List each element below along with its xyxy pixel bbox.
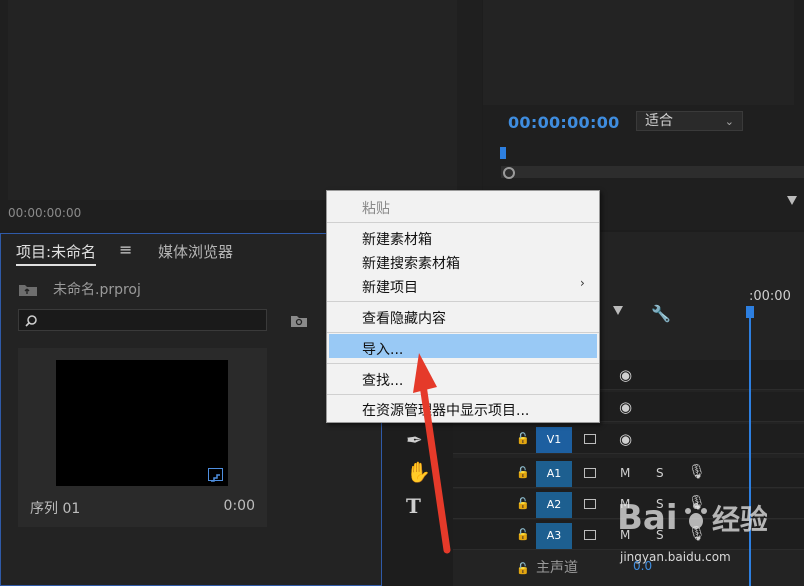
chevron-down-icon: ⌄: [724, 115, 734, 128]
search-icon: [24, 313, 38, 332]
track-label-a1[interactable]: A1: [536, 461, 572, 487]
lock-icon[interactable]: 🔓: [516, 562, 530, 575]
new-search-bin-icon[interactable]: [290, 313, 308, 332]
sequence-thumbnail: [56, 360, 228, 486]
svg-text:经验: 经验: [712, 503, 767, 536]
menu-item-view-hidden[interactable]: 查看隐藏内容: [362, 308, 446, 328]
eye-icon[interactable]: ◉: [619, 366, 632, 384]
chevron-right-icon: ›: [580, 276, 585, 290]
timeline-ruler-time: :00:00: [749, 289, 791, 304]
program-playhead-icon[interactable]: [500, 147, 506, 159]
program-timecode[interactable]: 00:00:00:00: [508, 113, 620, 132]
eye-icon[interactable]: ◉: [619, 430, 632, 448]
project-panel: 项目:未命名 ≡ 媒体浏览器 未命名.prproj 序列 01 0:00: [0, 233, 382, 586]
track-row-a1: 🔓 A1 M S 🎙: [453, 458, 804, 488]
lock-icon[interactable]: 🔓: [516, 497, 530, 510]
sequence-duration: 0:00: [223, 498, 255, 514]
track-label-a2[interactable]: A2: [536, 492, 572, 518]
solo-button[interactable]: S: [656, 466, 664, 480]
sync-lock-icon[interactable]: [584, 499, 596, 509]
track-label-a3[interactable]: A3: [536, 523, 572, 549]
menu-divider: [327, 222, 599, 223]
track-label-v1[interactable]: V1: [536, 427, 572, 453]
source-timecode[interactable]: 00:00:00:00: [8, 206, 81, 220]
sequence-thumbnail-card[interactable]: 序列 01 0:00: [18, 348, 267, 527]
wrench-icon[interactable]: 🔧: [651, 304, 671, 323]
fit-dropdown-value: 适合: [645, 113, 673, 129]
menu-item-new-search-bin[interactable]: 新建搜索素材箱: [362, 253, 460, 273]
menu-item-new-item[interactable]: 新建项目: [362, 277, 418, 297]
context-menu: 粘贴 新建素材箱 新建搜索素材箱 新建项目 › 查看隐藏内容 导入... 查找.…: [326, 190, 600, 423]
menu-divider: [327, 332, 599, 333]
marker-icon[interactable]: [787, 196, 797, 205]
master-track-label: 主声道: [536, 560, 578, 576]
lock-icon[interactable]: 🔓: [516, 432, 530, 445]
zoom-knob-icon[interactable]: [503, 167, 515, 179]
playhead-handle-icon[interactable]: [746, 306, 754, 318]
program-scrub-bar[interactable]: [501, 166, 804, 178]
mute-button[interactable]: M: [620, 466, 630, 480]
lock-icon[interactable]: 🔓: [516, 466, 530, 479]
sync-lock-icon[interactable]: [584, 434, 596, 444]
program-monitor-view: [483, 0, 794, 105]
add-marker-icon[interactable]: [613, 306, 623, 315]
mic-icon[interactable]: 🎙: [688, 464, 706, 480]
sequence-name: 序列 01: [30, 501, 81, 517]
menu-item-new-bin[interactable]: 新建素材箱: [362, 229, 432, 249]
sync-lock-icon[interactable]: [584, 530, 596, 540]
svg-text:Bai: Bai: [617, 498, 678, 538]
panel-menu-icon[interactable]: ≡: [119, 240, 132, 259]
project-file-name: 未命名.prproj: [53, 282, 141, 298]
annotation-arrow-icon: [413, 353, 451, 554]
tab-project[interactable]: 项目:未命名: [16, 241, 97, 266]
sequence-icon: [208, 468, 223, 482]
source-monitor-view: [8, 0, 457, 200]
fit-dropdown[interactable]: 适合 ⌄: [636, 111, 743, 131]
eye-icon[interactable]: ◉: [619, 398, 632, 416]
track-row-v1: 🔓 V1 ◉: [453, 424, 804, 454]
lock-icon[interactable]: 🔓: [516, 528, 530, 541]
menu-item-paste[interactable]: 粘贴: [362, 198, 390, 218]
menu-divider: [327, 363, 599, 364]
baidu-watermark-logo: Bai 经验: [617, 498, 767, 538]
watermark-url: jingyan.baidu.com: [620, 550, 731, 564]
menu-divider: [327, 394, 599, 395]
menu-divider: [327, 301, 599, 302]
project-search-input[interactable]: [18, 309, 267, 331]
folder-up-icon[interactable]: [18, 282, 38, 296]
tab-media-browser[interactable]: 媒体浏览器: [158, 241, 233, 262]
sync-lock-icon[interactable]: [584, 468, 596, 478]
